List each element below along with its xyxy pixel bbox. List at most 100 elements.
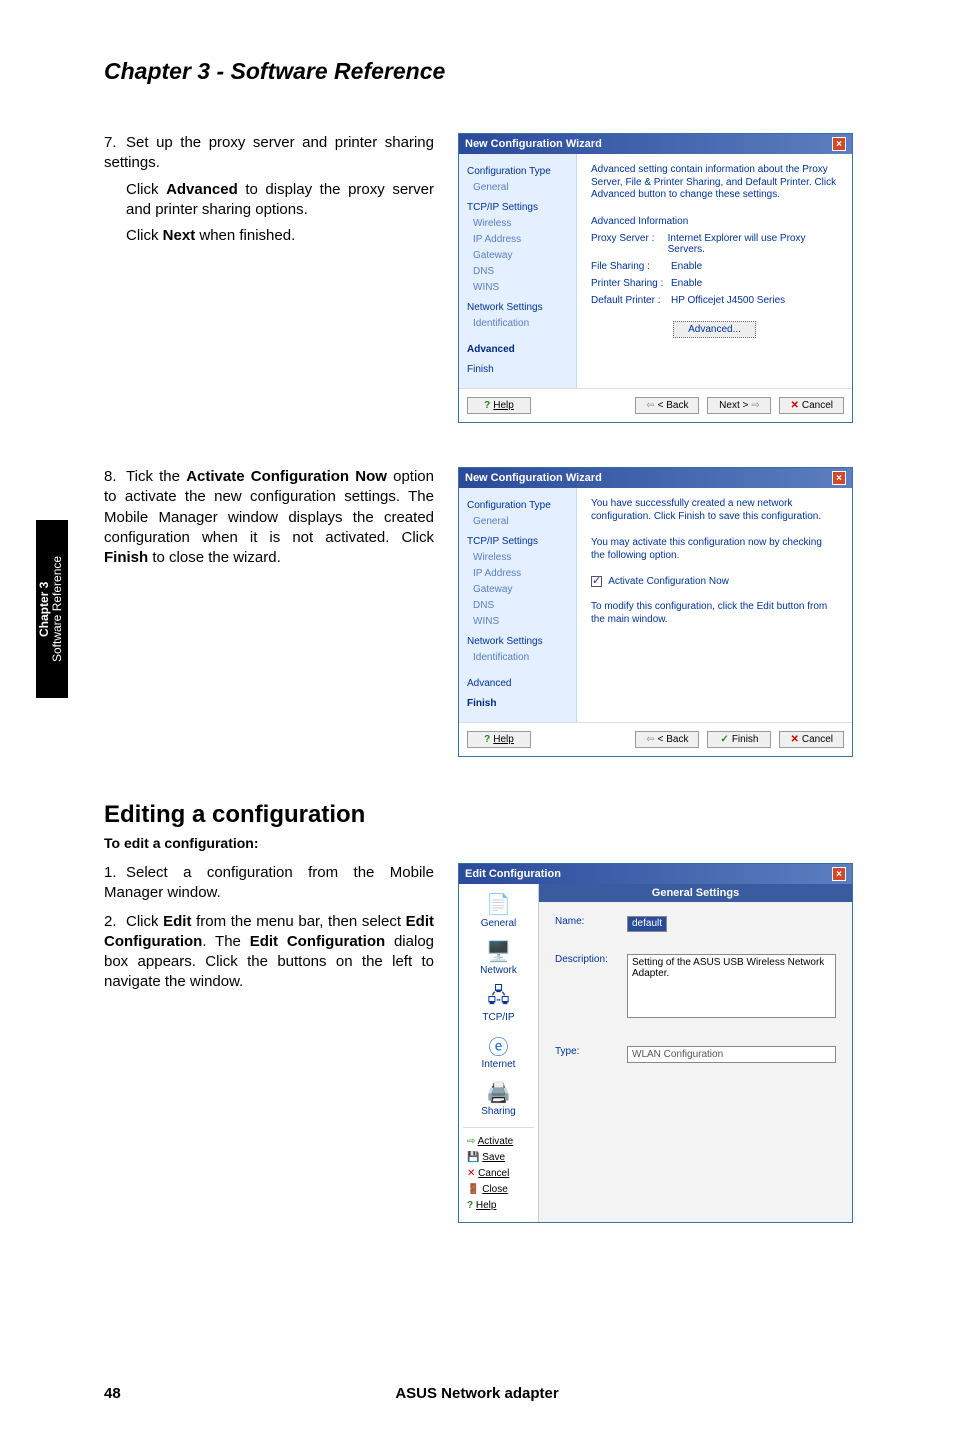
editing-heading: Editing a configuration <box>104 801 864 829</box>
page-number: 48 <box>104 1385 121 1402</box>
type-label: Type: <box>555 1046 627 1063</box>
side-general[interactable]: General <box>467 180 568 196</box>
door-icon: 🚪 <box>467 1184 479 1195</box>
side-wins[interactable]: WINS <box>467 614 568 630</box>
edit-steps-row: 1.Select a configuration from the Mobile… <box>104 863 864 1223</box>
edit-step1-num: 1. <box>104 863 126 883</box>
side-ident[interactable]: Identification <box>467 650 568 666</box>
side-wins[interactable]: WINS <box>467 280 568 296</box>
editconf-main: General Settings Name: default Descripti… <box>539 884 852 1222</box>
close-icon[interactable]: × <box>832 867 846 881</box>
side-ip[interactable]: IP Address <box>467 566 568 582</box>
close-icon[interactable]: × <box>832 471 846 485</box>
description-field[interactable]: Setting of the ASUS USB Wireless Network… <box>627 954 836 1018</box>
side-tcpip[interactable]: TCP/IP Settings <box>467 534 568 550</box>
advanced-button[interactable]: Advanced... <box>673 321 756 338</box>
wizard8-title: New Configuration Wizard <box>465 472 602 484</box>
name-field[interactable]: default <box>627 916 667 932</box>
side-tcpip[interactable]: TCP/IP Settings <box>467 200 568 216</box>
side-general[interactable]: General <box>467 514 568 530</box>
side-ip[interactable]: IP Address <box>467 232 568 248</box>
name-label: Name: <box>555 916 627 932</box>
cancel-action[interactable]: ✕ Cancel <box>467 1166 534 1182</box>
question-icon: ? <box>484 734 490 745</box>
general-settings-banner: General Settings <box>539 884 852 902</box>
save-action[interactable]: 💾 Save <box>467 1150 534 1166</box>
side-finish[interactable]: Finish <box>467 696 568 712</box>
help-action[interactable]: ? Help <box>467 1198 534 1214</box>
side-conftype[interactable]: Configuration Type <box>467 164 568 180</box>
arrow-left-icon: ⇦ <box>646 734 654 745</box>
tab-general[interactable]: 📄 General <box>463 892 534 929</box>
edit-step2-num: 2. <box>104 912 126 932</box>
chapter-title: Chapter 3 - Software Reference <box>104 58 864 85</box>
desc-label: Description: <box>555 954 627 1018</box>
x-icon: ✕ <box>467 1168 475 1179</box>
side-dns[interactable]: DNS <box>467 598 568 614</box>
wizard7-intro: Advanced setting contain information abo… <box>591 164 838 202</box>
wizard7-fieldset: Advanced Information <box>591 216 838 227</box>
cancel-button[interactable]: ✕Cancel <box>779 397 844 414</box>
x-icon: ✕ <box>790 400 798 411</box>
close-action[interactable]: 🚪 Close <box>467 1182 534 1198</box>
editconf-title: Edit Configuration <box>465 868 561 880</box>
cancel-button[interactable]: ✕Cancel <box>779 731 844 748</box>
document-icon: 📄 <box>485 892 513 916</box>
internet-icon: ⓔ <box>485 1033 513 1057</box>
question-icon: ? <box>484 400 490 411</box>
tab-sharing[interactable]: 🖨️ Sharing <box>463 1080 534 1117</box>
tab-network[interactable]: 🖥️ Network <box>463 939 534 976</box>
tab-internet[interactable]: ⓔ Internet <box>463 1033 534 1070</box>
activate-now-checkbox[interactable] <box>591 576 602 587</box>
wizard-step8: New Configuration Wizard × Configuration… <box>458 467 853 757</box>
wizard7-title: New Configuration Wizard <box>465 138 602 150</box>
save-icon: 💾 <box>467 1152 479 1163</box>
back-button[interactable]: ⇦< Back <box>635 397 699 414</box>
type-field: WLAN Configuration <box>627 1046 836 1063</box>
next-button[interactable]: Next >⇨ <box>707 397 771 414</box>
wizard7-sidebar: Configuration Type General TCP/IP Settin… <box>459 154 577 388</box>
check-icon: ✓ <box>720 734 728 745</box>
side-advanced[interactable]: Advanced <box>467 342 568 358</box>
wizard8-line3: To modify this configuration, click the … <box>591 601 838 626</box>
step-8-num: 8. <box>104 467 126 487</box>
arrow-left-icon: ⇦ <box>646 400 654 411</box>
activate-action[interactable]: ⇨ Activate <box>467 1134 534 1150</box>
side-gateway[interactable]: Gateway <box>467 248 568 264</box>
editconf-sidebar: 📄 General 🖥️ Network 🖧 TCP/IP ⓔ Internet <box>459 884 539 1222</box>
wizard8-intro: You have successfully created a new netw… <box>591 498 838 523</box>
wizard8-buttons: ?Help ⇦< Back ✓Finish ✕Cancel <box>459 722 852 756</box>
step-7-row: 7.Set up the proxy server and printer sh… <box>104 133 864 423</box>
side-advanced[interactable]: Advanced <box>467 676 568 692</box>
step-7-num: 7. <box>104 133 126 153</box>
side-ident[interactable]: Identification <box>467 316 568 332</box>
step-8-row: 8.Tick the Activate Configuration Now op… <box>104 467 864 757</box>
help-button[interactable]: ?Help <box>467 731 531 748</box>
side-gateway[interactable]: Gateway <box>467 582 568 598</box>
side-net[interactable]: Network Settings <box>467 300 568 316</box>
side-conftype[interactable]: Configuration Type <box>467 498 568 514</box>
wizard8-sidebar: Configuration Type General TCP/IP Settin… <box>459 488 577 722</box>
editing-subheading: To edit a configuration: <box>104 835 864 851</box>
finish-button[interactable]: ✓Finish <box>707 731 771 748</box>
wizard7-titlebar: New Configuration Wizard × <box>459 134 852 154</box>
close-icon[interactable]: × <box>832 137 846 151</box>
edit-steps-text: 1.Select a configuration from the Mobile… <box>104 863 434 1223</box>
wizard7-main: Advanced setting contain information abo… <box>577 154 852 388</box>
activate-icon: ⇨ <box>467 1136 475 1147</box>
side-finish[interactable]: Finish <box>467 362 568 378</box>
x-icon: ✕ <box>790 734 798 745</box>
wizard8-titlebar: New Configuration Wizard × <box>459 468 852 488</box>
editconf-actions: ⇨ Activate 💾 Save ✕ Cancel 🚪 Close ? Hel… <box>463 1127 534 1214</box>
editconf-titlebar: Edit Configuration × <box>459 864 852 884</box>
side-wireless[interactable]: Wireless <box>467 216 568 232</box>
side-net[interactable]: Network Settings <box>467 634 568 650</box>
network-icon: 🖥️ <box>485 939 513 963</box>
step-7-text: 7.Set up the proxy server and printer sh… <box>104 133 434 423</box>
back-button[interactable]: ⇦< Back <box>635 731 699 748</box>
wizard8-line2: You may activate this configuration now … <box>591 537 838 562</box>
tab-tcpip[interactable]: 🖧 TCP/IP <box>463 986 534 1023</box>
side-wireless[interactable]: Wireless <box>467 550 568 566</box>
side-dns[interactable]: DNS <box>467 264 568 280</box>
help-button[interactable]: ?Help <box>467 397 531 414</box>
